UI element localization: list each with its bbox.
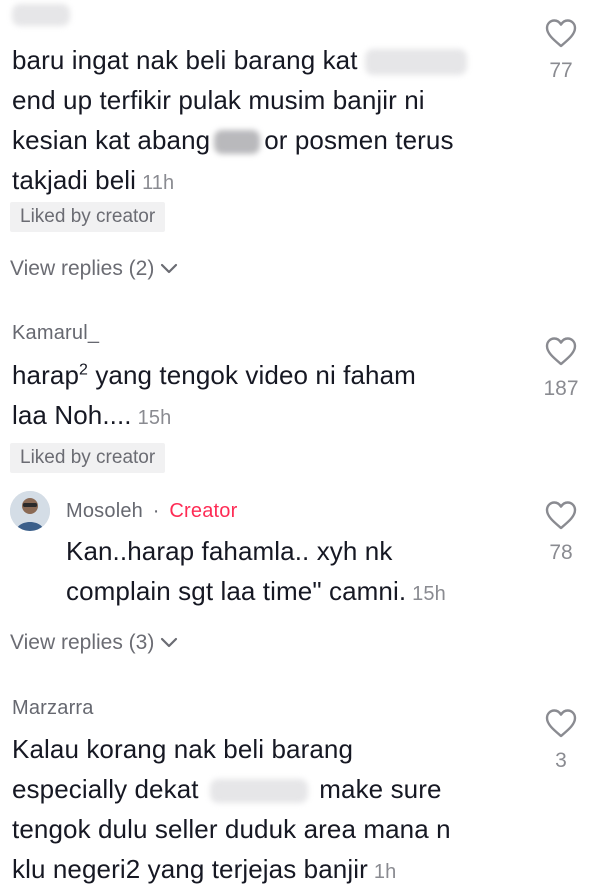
- comment-line: especially dekat: [12, 774, 199, 804]
- liked-by-creator-badge: Liked by creator: [10, 202, 166, 232]
- comment-line: or posmen terus: [264, 125, 454, 155]
- redacted-text: [364, 49, 467, 76]
- heart-outline-icon[interactable]: [544, 336, 578, 366]
- comment-time: 15h: [412, 583, 446, 605]
- comment-line: tengok dulu seller duduk area mana n: [12, 814, 451, 844]
- comment-line: laa Noh....: [12, 400, 132, 430]
- comment-text: harap2 yang tengok video ni faham laa No…: [12, 355, 532, 438]
- like-count: 77: [549, 59, 573, 82]
- like-control[interactable]: 78: [531, 500, 591, 565]
- heart-outline-icon[interactable]: [544, 18, 578, 48]
- comment-username[interactable]: Marzarra: [12, 697, 94, 720]
- view-replies-label: View replies (3): [10, 631, 155, 654]
- like-control[interactable]: 77: [531, 18, 591, 83]
- like-control[interactable]: 187: [531, 336, 591, 401]
- avatar-image: [10, 491, 50, 531]
- comment-line: Kalau korang nak beli barang: [12, 734, 354, 764]
- chevron-down-icon: [161, 637, 178, 648]
- redacted-text: [214, 130, 261, 155]
- avatar[interactable]: [10, 491, 50, 531]
- view-replies-button[interactable]: View replies (2): [10, 257, 178, 281]
- chevron-down-icon: [161, 263, 178, 274]
- comment-line: end up terfikir pulak musim banjir ni: [12, 85, 425, 115]
- comment-line: complain sgt laa time" camni.: [66, 576, 407, 606]
- comment-time: 1h: [373, 861, 397, 883]
- comment-line: harap: [12, 360, 79, 390]
- comment-line: Kan..harap fahamla.. xyh nk: [66, 536, 393, 566]
- heart-outline-icon[interactable]: [544, 708, 578, 738]
- comment-time: 11h: [142, 172, 175, 194]
- comment-username[interactable]: Kamarul_: [12, 322, 99, 345]
- comment-text: baru ingat nak beli barang kat end up te…: [12, 40, 532, 203]
- reply-text: Kan..harap fahamla.. xyh nk complain sgt…: [66, 531, 536, 614]
- heart-outline-icon[interactable]: [544, 500, 578, 530]
- like-count: 78: [549, 541, 573, 564]
- view-replies-label: View replies (2): [10, 257, 155, 280]
- blurred-username: [12, 4, 70, 26]
- like-count: 3: [555, 749, 567, 772]
- comment-line: kesian kat abang: [12, 125, 211, 155]
- comment-text: Kalau korang nak beli barang especially …: [12, 729, 532, 892]
- comment-line: yang tengok video ni faham: [88, 360, 416, 390]
- superscript: 2: [79, 361, 88, 379]
- comment-line: make sure: [319, 774, 442, 804]
- creator-label: Creator: [169, 500, 238, 522]
- comment-line: takjadi beli: [12, 165, 137, 195]
- reply-header: Mosoleh · Creator: [66, 500, 238, 523]
- comment-line: klu negeri2 yang terjejas banjir: [12, 854, 368, 884]
- reply-username[interactable]: Mosoleh: [66, 500, 143, 522]
- comment-time: 15h: [137, 407, 172, 429]
- like-control[interactable]: 3: [531, 708, 591, 773]
- comment-line: baru ingat nak beli barang kat: [12, 45, 358, 75]
- redacted-text: [209, 779, 308, 804]
- view-replies-button[interactable]: View replies (3): [10, 631, 178, 655]
- separator-dot: ·: [152, 500, 160, 522]
- liked-by-creator-badge: Liked by creator: [10, 443, 166, 473]
- like-count: 187: [543, 377, 579, 400]
